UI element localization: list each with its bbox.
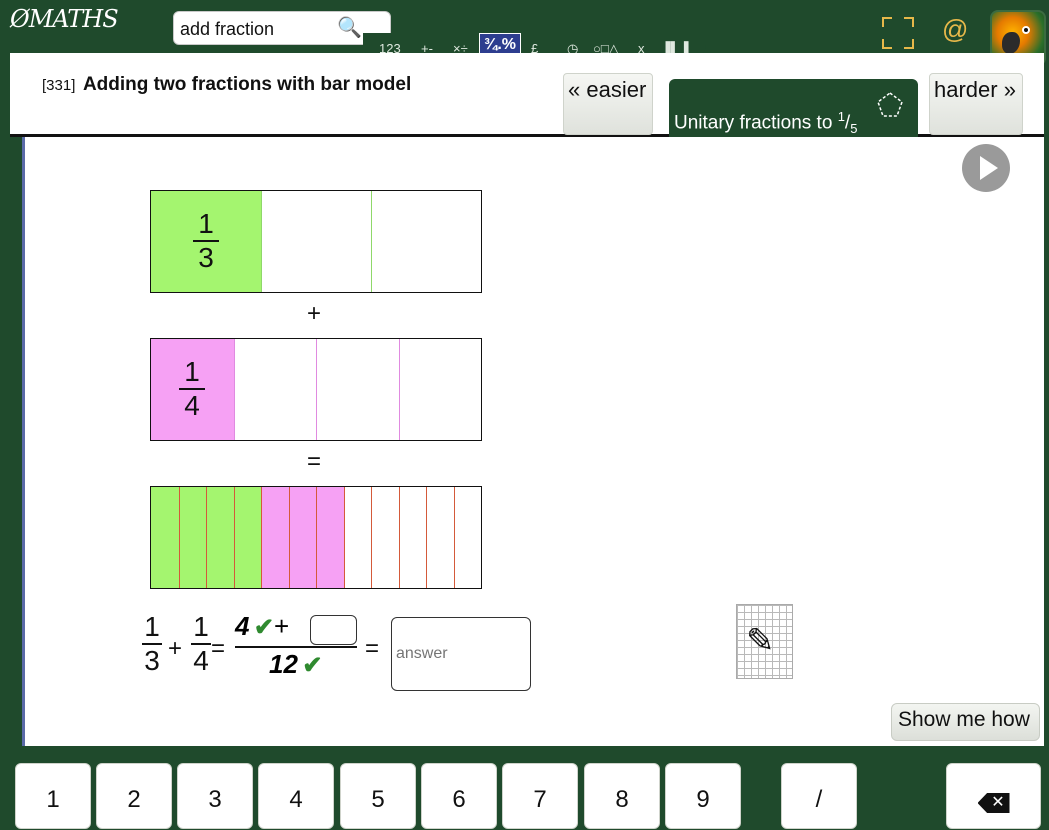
contact-icon[interactable]: @ <box>942 14 968 45</box>
key-slash[interactable]: / <box>781 763 857 829</box>
key-7[interactable]: 7 <box>502 763 578 829</box>
bar2-fraction-label: 14 <box>179 357 205 421</box>
bar3-segment <box>288 487 316 588</box>
eq-equals-1: = <box>211 635 226 662</box>
denominator-row: 12 ✔ <box>269 649 322 680</box>
bar3-segment <box>316 487 344 588</box>
denominator-check-icon: ✔ <box>302 652 323 679</box>
answer-input[interactable] <box>391 617 531 691</box>
numerator-row: 4 ✔+ <box>235 611 289 642</box>
search-box[interactable]: 🔍 <box>173 11 391 45</box>
show-me-how-button[interactable]: Show me how <box>891 703 1040 741</box>
bar1-fraction-label: 13 <box>193 209 219 273</box>
question-title-text: Adding two fractions with bar model <box>82 74 412 95</box>
top-bar: ØMATHS 🔍 123 +- ×÷ ¾.% £ ◷ ○□△ x ▐▌▐ @ <box>0 0 1049 66</box>
scratchpad[interactable]: ✎ <box>736 604 793 679</box>
question-panel: 13 + 14 = 13 + 14 = 4 ✔+ 12 ✔ = ✎ Show m… <box>22 137 1044 746</box>
equals-sign: = <box>307 448 322 475</box>
level-label: Unitary fractions to 1/5 <box>674 109 858 137</box>
search-icon[interactable]: 🔍 <box>337 15 362 40</box>
numerator-plus: + <box>274 611 290 641</box>
eq-plus: + <box>168 635 183 662</box>
bar3-segment <box>343 487 371 588</box>
parrot-beak <box>1002 32 1020 54</box>
harder-button[interactable]: harder » <box>929 73 1023 135</box>
bar-result <box>150 486 482 589</box>
key-8[interactable]: 8 <box>584 763 660 829</box>
parrot-eye <box>1022 26 1030 34</box>
bar-one-quarter: 14 <box>150 338 482 441</box>
level-tab[interactable]: Unitary fractions to 1/5 <box>669 79 918 137</box>
bar3-segment <box>426 487 454 588</box>
backspace-icon: ✕ <box>977 793 1010 813</box>
key-6[interactable]: 6 <box>421 763 497 829</box>
bar3-segment <box>371 487 399 588</box>
play-video-icon[interactable] <box>960 142 1016 198</box>
question-title-bar: [331] Adding two fractions with bar mode… <box>10 53 1044 137</box>
plus-sign: + <box>307 300 322 327</box>
eq-fraction-b: 14 <box>191 612 211 676</box>
pentagon-icon <box>877 92 903 117</box>
key-2[interactable]: 2 <box>96 763 172 829</box>
easier-button[interactable]: « easier <box>563 73 653 135</box>
pencil-icon: ✎ <box>746 622 775 660</box>
bar-one-third: 13 <box>150 190 482 293</box>
eq-fraction-a: 13 <box>142 612 162 676</box>
bar1-segment <box>371 191 481 292</box>
key-9[interactable]: 9 <box>665 763 741 829</box>
question-id: [331] <box>42 77 76 94</box>
bar3-segment <box>453 487 481 588</box>
bar2-segment <box>398 339 481 440</box>
bar1-segment <box>261 191 371 292</box>
backspace-key[interactable]: ✕ <box>946 763 1041 829</box>
denominator-value: 12 <box>269 649 298 679</box>
bar2-segment <box>316 339 399 440</box>
bar3-segment <box>261 487 289 588</box>
question-title: [331] Adding two fractions with bar mode… <box>42 74 411 96</box>
logo[interactable]: ØMATHS <box>10 5 119 33</box>
key-4[interactable]: 4 <box>258 763 334 829</box>
numerator-check-icon: ✔ <box>253 614 275 641</box>
numerator-given: 4 <box>235 611 250 641</box>
key-5[interactable]: 5 <box>340 763 416 829</box>
bar3-segment <box>178 487 206 588</box>
key-1[interactable]: 1 <box>15 763 91 829</box>
bar2-segment <box>233 339 316 440</box>
bar3-segment <box>233 487 261 588</box>
key-3[interactable]: 3 <box>177 763 253 829</box>
search-input[interactable] <box>180 17 340 41</box>
bar3-segment <box>151 487 179 588</box>
numerator-blank-input[interactable] <box>310 615 357 645</box>
eq-fraction-line <box>235 646 357 648</box>
bar3-segment <box>398 487 426 588</box>
eq-equals-2: = <box>365 635 380 662</box>
fullscreen-icon[interactable] <box>882 17 914 49</box>
bar3-segment <box>206 487 234 588</box>
